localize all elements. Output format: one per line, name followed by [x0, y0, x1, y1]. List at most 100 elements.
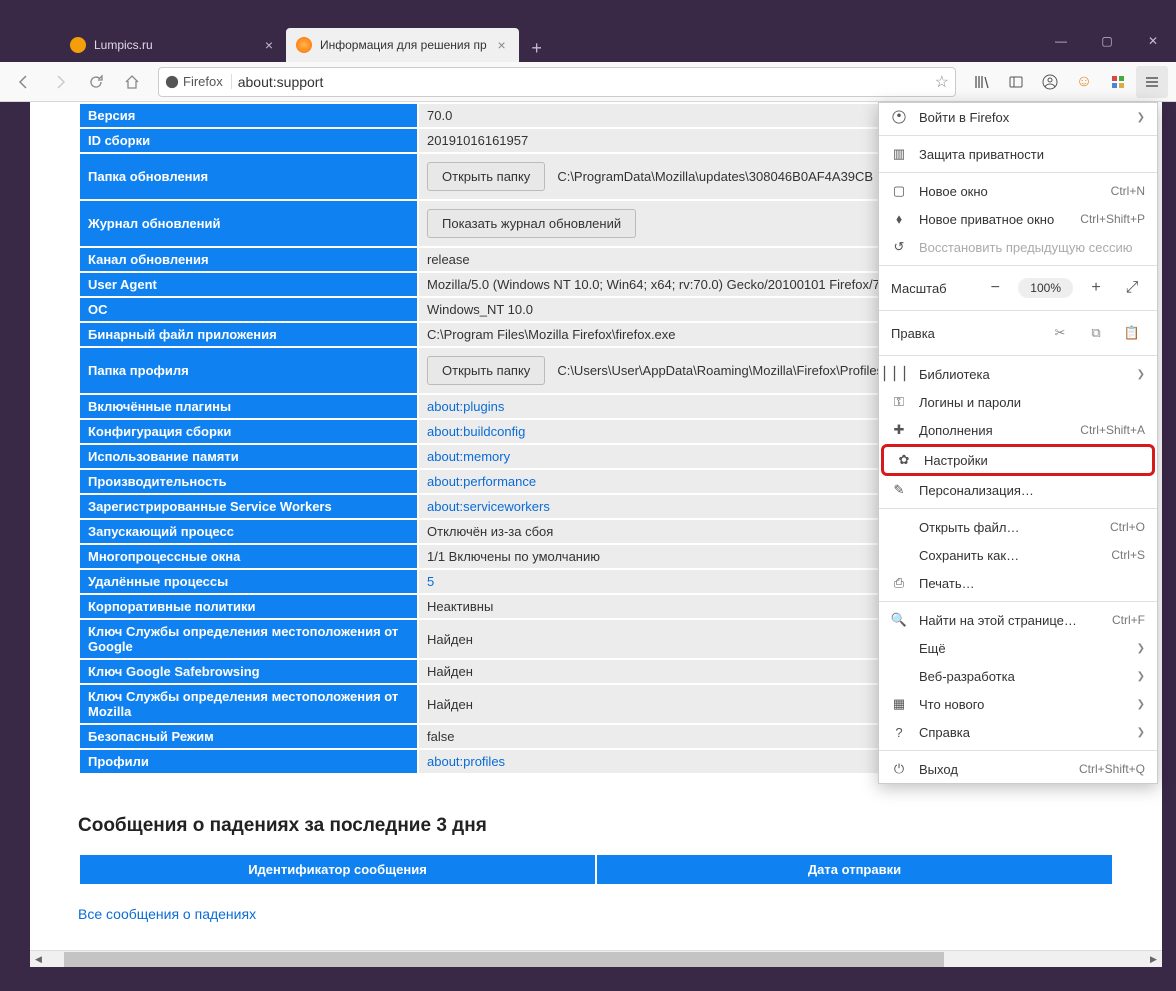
maximize-button[interactable]: ▢ [1084, 26, 1130, 56]
gift-icon: ▦ [891, 696, 907, 712]
identity-label: Firefox [183, 74, 223, 89]
reload-button[interactable] [80, 66, 112, 98]
menu-open-file[interactable]: Открыть файл… Ctrl+O [879, 513, 1157, 541]
menu-find[interactable]: 🔍 Найти на этой странице… Ctrl+F [879, 606, 1157, 634]
scroll-right-icon[interactable]: ▶ [1145, 951, 1162, 968]
paste-icon[interactable]: 📋 [1119, 320, 1145, 346]
about-link[interactable]: about:plugins [427, 399, 504, 414]
open-folder-button[interactable]: Открыть папку [427, 162, 545, 191]
menu-privacy[interactable]: ▥ Защита приватности [879, 140, 1157, 168]
tab-lumpics[interactable]: Lumpics.ru × [60, 28, 286, 62]
about-link[interactable]: about:buildconfig [427, 424, 525, 439]
menu-logins[interactable]: ⚿ Логины и пароли [879, 388, 1157, 416]
hamburger-menu-button[interactable] [1136, 66, 1168, 98]
crash-heading: Сообщения о падениях за последние 3 дня [78, 815, 1114, 837]
row-key: Запускающий процесс [80, 520, 417, 543]
mask-icon: ⬧ [891, 211, 907, 227]
row-key: Безопасный Режим [80, 725, 417, 748]
zoom-in-button[interactable]: + [1083, 275, 1109, 301]
titlebar[interactable] [0, 0, 1176, 26]
toolbar: Firefox ☆ ☺ [0, 62, 1176, 102]
horizontal-scrollbar[interactable]: ◀ ▶ [30, 950, 1162, 967]
restore-icon: ↺ [891, 239, 907, 255]
row-key: Включённые плагины [80, 395, 417, 418]
scroll-thumb[interactable] [64, 952, 944, 967]
zoom-value[interactable]: 100% [1018, 278, 1073, 298]
row-key: Версия [80, 104, 417, 127]
menu-new-window[interactable]: ▢ Новое окно Ctrl+N [879, 177, 1157, 205]
account-icon [891, 109, 907, 125]
menu-edit: Правка ✂ ⧉ 📋 [879, 315, 1157, 351]
search-icon: 🔍 [891, 612, 907, 628]
menu-new-private[interactable]: ⬧ Новое приватное окно Ctrl+Shift+P [879, 205, 1157, 233]
chevron-right-icon: ❯ [1137, 699, 1145, 710]
all-crashes-link[interactable]: Все сообщения о падениях [78, 906, 1114, 922]
back-button[interactable] [8, 66, 40, 98]
help-icon: ? [891, 724, 907, 740]
menu-print[interactable]: ⎙ Печать… [879, 569, 1157, 597]
sidebar-icon[interactable] [1000, 66, 1032, 98]
emoji-icon[interactable]: ☺ [1068, 66, 1100, 98]
menu-whatsnew[interactable]: ▦ Что нового ❯ [879, 690, 1157, 718]
shield-icon: ▥ [891, 146, 907, 162]
url-input[interactable] [238, 74, 929, 90]
forward-button[interactable] [44, 66, 76, 98]
menu-restore-session: ↺ Восстановить предыдущую сессию [879, 233, 1157, 261]
menu-settings[interactable]: ✿ Настройки [881, 444, 1155, 476]
menu-customize[interactable]: ✎ Персонализация… [879, 476, 1157, 504]
minimize-button[interactable]: — [1038, 26, 1084, 56]
open-folder-button[interactable]: Открыть папку [427, 356, 545, 385]
menu-more[interactable]: Ещё ❯ [879, 634, 1157, 662]
menu-addons[interactable]: ✚ Дополнения Ctrl+Shift+A [879, 416, 1157, 444]
close-button[interactable]: ✕ [1130, 26, 1176, 56]
row-key: Профили [80, 750, 417, 773]
window-icon: ▢ [891, 183, 907, 199]
library-icon[interactable] [966, 66, 998, 98]
row-key: Канал обновления [80, 248, 417, 271]
new-tab-button[interactable]: + [523, 34, 551, 62]
about-link[interactable]: 5 [427, 574, 434, 589]
crash-col-date: Дата отправки [597, 855, 1112, 884]
account-icon[interactable] [1034, 66, 1066, 98]
row-key: Многопроцессные окна [80, 545, 417, 568]
menu-signin[interactable]: Войти в Firefox ❯ [879, 103, 1157, 131]
menu-help[interactable]: ? Справка ❯ [879, 718, 1157, 746]
row-key: Папка обновления [80, 154, 417, 199]
chevron-right-icon: ❯ [1137, 643, 1145, 654]
bookmark-star-icon[interactable]: ☆ [935, 72, 949, 92]
library-icon: ▏▏▏ [891, 366, 907, 382]
tab-about-support[interactable]: Информация для решения пр × [286, 28, 519, 62]
row-key: ID сборки [80, 129, 417, 152]
about-link[interactable]: about:serviceworkers [427, 499, 550, 514]
about-link[interactable]: about:memory [427, 449, 510, 464]
menu-library[interactable]: ▏▏▏ Библиотека ❯ [879, 360, 1157, 388]
menu-quit[interactable]: ⏻ Выход Ctrl+Shift+Q [879, 755, 1157, 783]
menu-webdev[interactable]: Веб-разработка ❯ [879, 662, 1157, 690]
about-link[interactable]: about:performance [427, 474, 536, 489]
identity-box[interactable]: Firefox [165, 74, 232, 89]
chevron-right-icon: ❯ [1137, 112, 1145, 123]
home-button[interactable] [116, 66, 148, 98]
brush-icon: ✎ [891, 482, 907, 498]
open-folder-button[interactable]: Показать журнал обновлений [427, 209, 636, 238]
cut-icon[interactable]: ✂ [1047, 320, 1073, 346]
menu-save-as[interactable]: Сохранить как… Ctrl+S [879, 541, 1157, 569]
row-key: Удалённые процессы [80, 570, 417, 593]
fullscreen-icon[interactable]: ⤢ [1119, 275, 1145, 301]
row-key: Конфигурация сборки [80, 420, 417, 443]
copy-icon[interactable]: ⧉ [1083, 320, 1109, 346]
tab-title: Lumpics.ru [94, 38, 153, 52]
row-key: Производительность [80, 470, 417, 493]
close-icon[interactable]: × [495, 38, 509, 52]
gift-icon[interactable] [1102, 66, 1134, 98]
row-key: Журнал обновлений [80, 201, 417, 246]
printer-icon: ⎙ [891, 575, 907, 591]
scroll-left-icon[interactable]: ◀ [30, 951, 47, 968]
crash-col-id: Идентификатор сообщения [80, 855, 595, 884]
row-key: Бинарный файл приложения [80, 323, 417, 346]
power-icon: ⏻ [891, 761, 907, 777]
zoom-out-button[interactable]: − [982, 275, 1008, 301]
close-icon[interactable]: × [262, 38, 276, 52]
url-bar[interactable]: Firefox ☆ [158, 67, 956, 97]
about-link[interactable]: about:profiles [427, 754, 505, 769]
